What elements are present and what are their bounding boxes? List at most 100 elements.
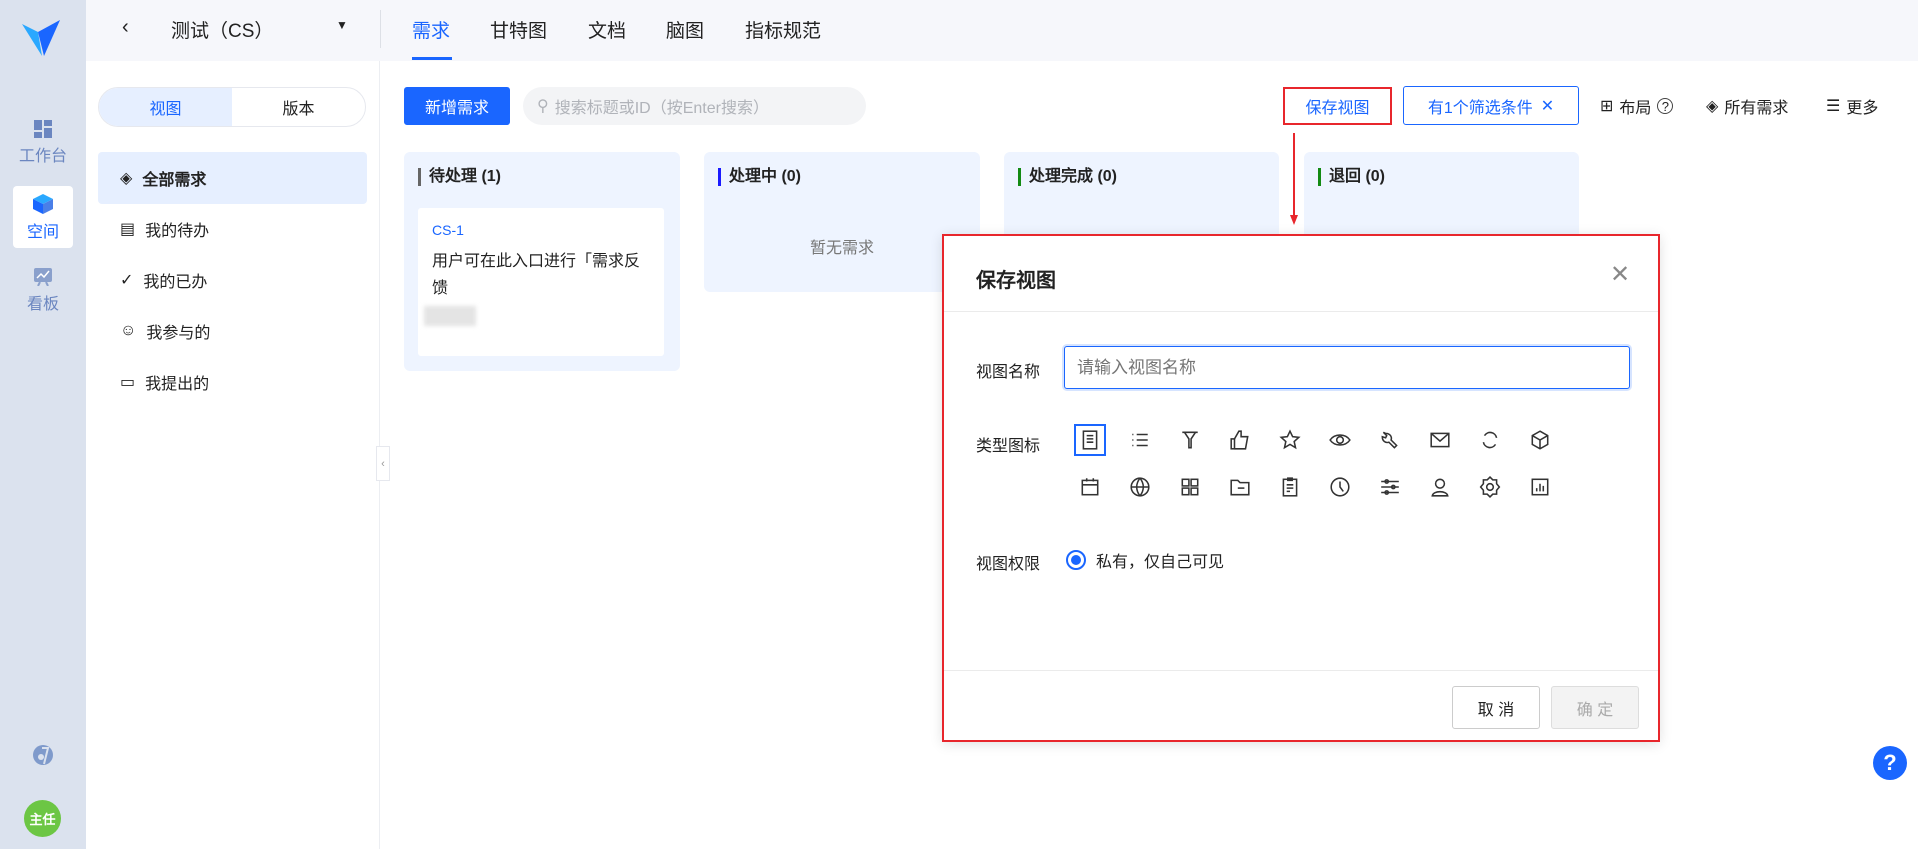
help-icon[interactable]: ?: [1657, 98, 1674, 114]
column-title: 待处理 (1): [418, 168, 501, 186]
project-title[interactable]: 测试（CS）: [171, 16, 273, 43]
segment-versions[interactable]: 版本: [232, 88, 365, 126]
check-circle-icon: ✓: [120, 272, 134, 289]
tab-metrics[interactable]: 指标规范: [745, 16, 821, 43]
column-pending: 待处理 (1) CS-1 用户可在此入口进行「需求反馈: [404, 152, 680, 371]
gear-icon[interactable]: [1474, 471, 1506, 503]
list-icon: ☰: [1826, 98, 1841, 115]
top-header: ‹ 测试（CS） ▼ 需求 甘特图 文档 脑图 指标规范: [86, 0, 1918, 61]
divider: [380, 10, 381, 48]
type-icon-label: 类型图标: [976, 438, 1041, 455]
bar-chart-icon[interactable]: [1524, 471, 1556, 503]
menu-all[interactable]: ◈ 全部需求: [98, 152, 367, 204]
card-id[interactable]: CS-1: [432, 222, 464, 238]
requirement-card[interactable]: CS-1 用户可在此入口进行「需求反馈: [418, 208, 664, 356]
chart-board-icon: [34, 268, 52, 286]
tab-requirements[interactable]: 需求: [412, 16, 450, 43]
star-icon[interactable]: [1274, 424, 1306, 456]
refresh-icon[interactable]: [1474, 424, 1506, 456]
private-radio[interactable]: 私有，仅自己可见: [1066, 548, 1224, 572]
column-completed: 处理完成 (0): [1004, 152, 1279, 242]
wrench-icon[interactable]: [1374, 424, 1406, 456]
menu-label: 我提出的: [145, 376, 210, 393]
rail-workbench[interactable]: 工作台: [13, 112, 73, 174]
layout-label: 布局: [1619, 100, 1652, 117]
clipboard-icon: ▤: [120, 221, 136, 238]
back-icon[interactable]: ‹: [122, 16, 129, 39]
filter-chip[interactable]: 有1个筛选条件 ✕: [1403, 86, 1579, 125]
caret-down-icon[interactable]: ▼: [336, 18, 348, 32]
list-doc-icon[interactable]: [1074, 424, 1106, 456]
search-input[interactable]: ⚲ 搜索标题或ID（按Enter搜索）: [523, 87, 866, 125]
rail-space[interactable]: 空间: [13, 186, 73, 248]
collapse-handle[interactable]: ‹: [376, 446, 390, 481]
filter-label: 有1个筛选条件: [1427, 99, 1533, 117]
save-view-button[interactable]: 保存视图: [1283, 87, 1392, 125]
user-icon: ☺: [120, 322, 137, 339]
tab-mindmap[interactable]: 脑图: [666, 16, 704, 43]
radio-label: 私有，仅自己可见: [1096, 554, 1225, 571]
close-icon[interactable]: ✕: [1541, 96, 1554, 116]
empty-text: 暂无需求: [809, 240, 874, 257]
menu-label: 全部需求: [142, 172, 207, 189]
column-in-progress: 处理中 (0) 暂无需求: [704, 152, 980, 292]
cube-icon: [33, 194, 53, 214]
menu-label: 我的已办: [143, 274, 208, 291]
mail-icon[interactable]: [1424, 424, 1456, 456]
search-icon: ⚲: [537, 98, 549, 115]
globe-icon[interactable]: [1124, 471, 1156, 503]
card-title: 用户可在此入口进行「需求反馈: [432, 253, 641, 297]
permission-label: 视图权限: [976, 556, 1041, 573]
help-button[interactable]: ?: [1873, 746, 1907, 780]
clock-icon[interactable]: [1324, 471, 1356, 503]
gauge-icon[interactable]: [32, 744, 54, 766]
tab-docs[interactable]: 文档: [588, 16, 626, 43]
menu-done[interactable]: ✓ 我的已办: [98, 254, 367, 306]
rail-board[interactable]: 看板: [13, 260, 73, 322]
all-label: 所有需求: [1724, 100, 1789, 117]
calendar-icon[interactable]: [1074, 471, 1106, 503]
add-requirement-button[interactable]: 新增需求: [404, 87, 510, 125]
layers-icon: ◈: [120, 170, 133, 187]
segment-views[interactable]: 视图: [99, 88, 232, 126]
column-returned: 退回 (0): [1304, 152, 1579, 242]
eye-icon[interactable]: [1324, 424, 1356, 456]
name-label: 视图名称: [976, 364, 1041, 381]
divider: [944, 311, 1658, 312]
logo-icon: [22, 20, 60, 56]
assignee-avatar: [424, 306, 476, 326]
left-rail: 工作台 空间 看板 主任: [0, 0, 86, 849]
menu-label: 我的待办: [145, 223, 210, 240]
all-requirements-button[interactable]: ◈ 所有需求: [1706, 87, 1788, 125]
annotation-arrow: [1290, 133, 1298, 225]
thumb-up-icon[interactable]: [1224, 424, 1256, 456]
tab-gantt[interactable]: 甘特图: [490, 16, 547, 43]
layout-button[interactable]: ⊞ 布局?: [1600, 87, 1674, 125]
grid-icon[interactable]: [1174, 471, 1206, 503]
rail-label: 空间: [26, 224, 59, 241]
column-title: 处理完成 (0): [1018, 168, 1117, 186]
radio-checked-icon[interactable]: [1066, 550, 1086, 570]
filter-icon[interactable]: [1174, 424, 1206, 456]
cube-icon[interactable]: [1524, 424, 1556, 456]
list-icon[interactable]: [1124, 424, 1156, 456]
dialog-title: 保存视图: [976, 270, 1056, 292]
clipboard-icon[interactable]: [1274, 471, 1306, 503]
menu-created[interactable]: ▭ 我提出的: [98, 356, 367, 408]
confirm-button[interactable]: 确 定: [1551, 686, 1639, 729]
avatar[interactable]: 主任: [24, 800, 61, 837]
divider: [944, 670, 1658, 671]
user-icon[interactable]: [1424, 471, 1456, 503]
rail-label: 工作台: [18, 148, 67, 165]
sliders-icon[interactable]: [1374, 471, 1406, 503]
menu-todo[interactable]: ▤ 我的待办: [98, 203, 367, 255]
more-button[interactable]: ☰ 更多: [1826, 87, 1878, 125]
more-label: 更多: [1846, 100, 1879, 117]
cancel-button[interactable]: 取 消: [1452, 686, 1540, 729]
menu-participated[interactable]: ☺ 我参与的: [98, 305, 367, 357]
close-icon[interactable]: ✕: [1610, 260, 1630, 289]
column-title: 处理中 (0): [718, 168, 801, 186]
menu-label: 我参与的: [146, 325, 211, 342]
view-name-input[interactable]: [1064, 346, 1630, 389]
folder-icon[interactable]: [1224, 471, 1256, 503]
